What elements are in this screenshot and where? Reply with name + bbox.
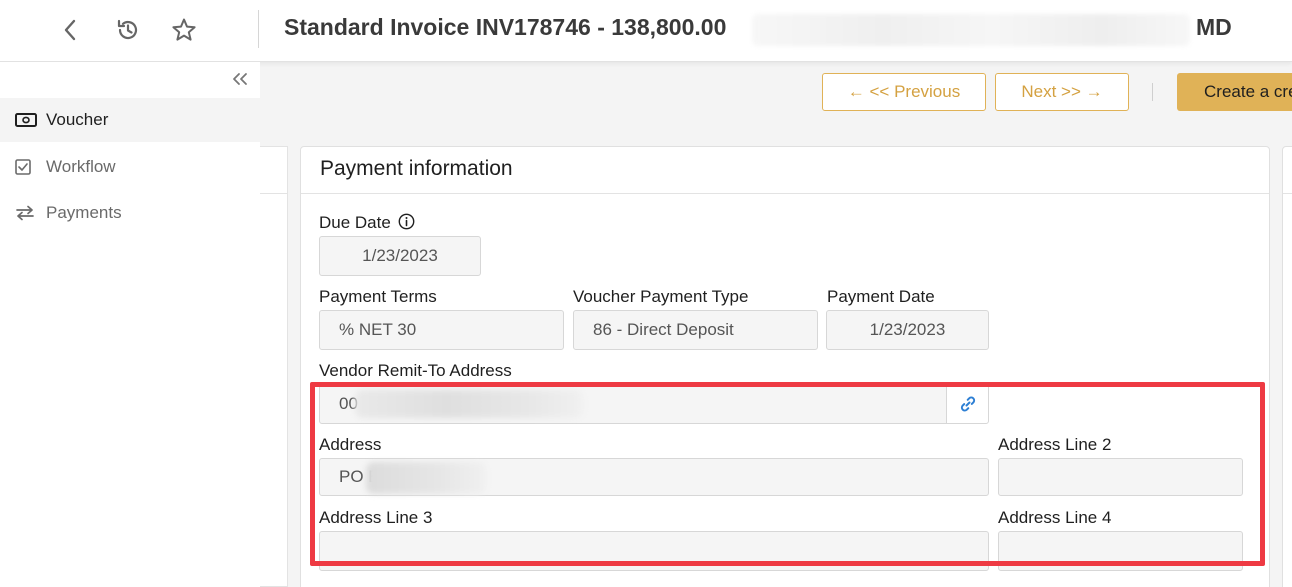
payment-terms-field[interactable]: % NET 30 (319, 310, 564, 350)
sidebar: Voucher Workflow Payments (0, 62, 260, 587)
back-chevron-icon[interactable] (55, 15, 85, 45)
payment-terms-label: Payment Terms (319, 287, 437, 306)
left-panel-edge (260, 146, 288, 587)
payment-date-label: Payment Date (827, 287, 935, 306)
star-icon[interactable] (169, 15, 199, 45)
redacted-vendor-name (752, 14, 1190, 46)
page-title: Standard Invoice INV178746 - 138,800.00 (284, 14, 727, 40)
collapse-sidebar-icon[interactable] (232, 70, 248, 91)
sidebar-item-label: Voucher (46, 110, 109, 129)
address-line3-label: Address Line 3 (319, 508, 433, 527)
header-divider (258, 10, 259, 48)
sidebar-item-label: Payments (46, 203, 122, 222)
due-date-field[interactable]: 1/23/2023 (319, 236, 481, 276)
page-title-suffix: MD (1196, 14, 1232, 40)
city-label: City (998, 579, 1027, 587)
next-button[interactable]: Next >> → (995, 73, 1129, 111)
create-credit-button[interactable]: Create a cre (1177, 73, 1292, 111)
postal-code-label: Postal Code (319, 579, 412, 587)
sidebar-item-label: Workflow (46, 157, 116, 176)
info-icon[interactable] (398, 213, 415, 235)
sidebar-item-workflow[interactable]: Workflow (0, 145, 260, 189)
address-line4-field[interactable] (998, 531, 1243, 571)
section-divider (301, 193, 1269, 194)
checkbox-icon (15, 158, 37, 176)
voucher-payment-type-label: Voucher Payment Type (573, 287, 749, 306)
link-icon[interactable] (946, 384, 989, 424)
sidebar-item-voucher[interactable]: Voucher (0, 98, 260, 142)
toolbar-divider (1152, 83, 1153, 101)
payment-date-field[interactable]: 1/23/2023 (826, 310, 989, 350)
address-line3-field[interactable] (319, 531, 989, 571)
redacted-remit-value (355, 390, 583, 418)
voucher-payment-type-field[interactable]: 86 - Direct Deposit (573, 310, 818, 350)
section-title: Payment information (320, 157, 513, 180)
transfer-icon (15, 204, 37, 222)
due-date-label-text: Due Date (319, 213, 391, 232)
address-label: Address (319, 435, 382, 454)
vendor-remit-to-label: Vendor Remit-To Address (319, 361, 512, 380)
history-icon[interactable] (113, 15, 143, 45)
right-panel-edge (1282, 146, 1292, 587)
address-line2-label: Address Line 2 (998, 435, 1112, 454)
redacted-address-value (366, 462, 486, 494)
page-header: Standard Invoice INV178746 - 138,800.00 … (0, 0, 1292, 62)
address-line2-field[interactable] (998, 458, 1243, 496)
previous-button[interactable]: ← << Previous (822, 73, 986, 111)
voucher-icon (15, 111, 37, 129)
due-date-label: Due Date (319, 213, 415, 235)
address-line4-label: Address Line 4 (998, 508, 1112, 527)
sidebar-item-payments[interactable]: Payments (0, 191, 260, 235)
